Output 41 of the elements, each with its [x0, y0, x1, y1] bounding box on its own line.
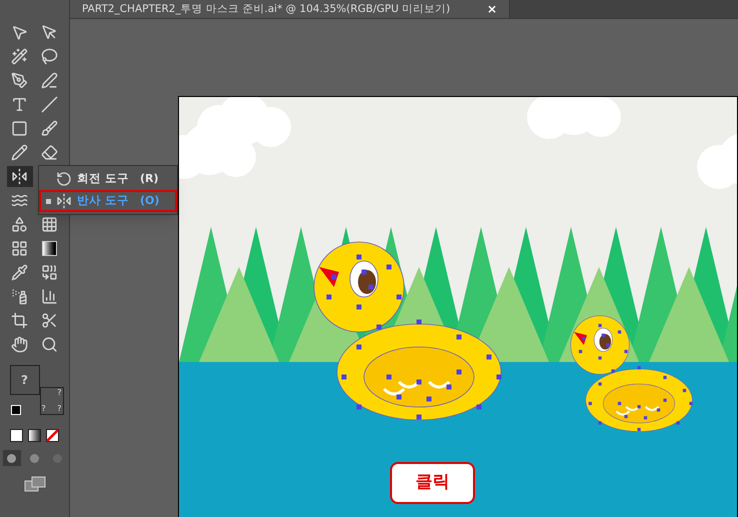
- color-swatch-button[interactable]: [10, 429, 23, 442]
- stroke-unknown-mark: ?: [57, 389, 62, 397]
- fill-unknown-mark: ?: [21, 372, 28, 389]
- gradient-swatch-button[interactable]: [28, 429, 41, 442]
- screen-mode-icon[interactable]: [24, 476, 46, 492]
- draw-mode-button[interactable]: [2, 450, 20, 466]
- eraser-icon: [41, 144, 58, 161]
- rotate-icon: [56, 171, 72, 187]
- brush-icon: [41, 120, 58, 137]
- none-swatch-button[interactable]: [46, 429, 59, 442]
- warp-icon: [11, 192, 28, 209]
- bar-graph-icon: [41, 288, 58, 305]
- gradient-icon: [42, 241, 57, 256]
- grid-icon: [41, 216, 58, 233]
- pen-icon: [11, 72, 28, 89]
- document-title: PART2_CHAPTER2_투명 마스크 준비.ai* @ 104.35%(RGB/GPU 미리보기): [82, 4, 450, 14]
- eyedropper-icon: [11, 264, 28, 281]
- lasso-icon: [41, 48, 58, 65]
- line-icon: [41, 96, 58, 113]
- callout-bubble: 클릭: [390, 462, 475, 504]
- arrow-pointer-icon: [11, 24, 28, 41]
- pencil-icon: [11, 144, 28, 161]
- spray-icon: [11, 288, 28, 305]
- search-icon: [41, 336, 58, 353]
- close-button[interactable]: ×: [486, 3, 497, 15]
- rectangle-icon: [11, 120, 28, 137]
- crop-icon: [11, 312, 28, 329]
- stroke-swatch[interactable]: ? ? ?: [40, 387, 64, 415]
- stroke-unknown-mark: ?: [57, 405, 62, 413]
- mesh-icon: [11, 240, 28, 257]
- reflect-icon: [11, 168, 28, 185]
- tool-button[interactable]: [6, 166, 32, 187]
- pen-curve-icon: [41, 72, 58, 89]
- reflect-icon: [56, 193, 72, 209]
- fill-swatch[interactable]: ?: [10, 365, 40, 395]
- stroke-unknown-mark: ?: [42, 405, 46, 413]
- flyout-item[interactable]: 회전 도구 (R): [39, 168, 177, 190]
- hand-icon: [11, 336, 28, 353]
- shapes-icon: [11, 216, 28, 233]
- type-icon: [11, 96, 28, 113]
- magic-wand-icon: [11, 48, 28, 65]
